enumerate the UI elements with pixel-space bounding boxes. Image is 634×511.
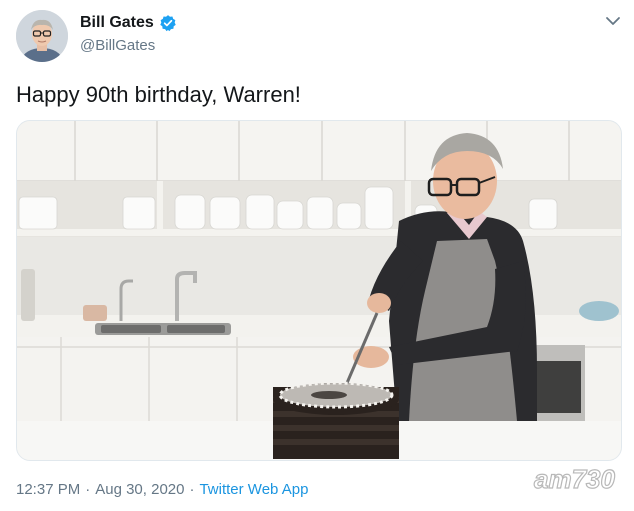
verified-badge-icon (160, 15, 176, 32)
avatar-photo-icon (16, 10, 68, 62)
tweet-time[interactable]: 12:37 PM (16, 481, 80, 498)
tweet-text: Happy 90th birthday, Warren! (16, 82, 301, 107)
meta-separator: · (85, 481, 91, 498)
photo-media-icon (17, 121, 621, 460)
tweet-card: Bill Gates @BillGates Happy 90th birthda… (0, 0, 634, 511)
author-handle[interactable]: @BillGates (80, 36, 177, 56)
name-row: Bill Gates (80, 13, 177, 33)
tweet-meta: 12:37 PM · Aug 30, 2020 · Twitter Web App (16, 480, 308, 500)
meta-separator-2: · (189, 481, 195, 498)
avatar[interactable] (16, 10, 68, 62)
svg-text:am730: am730 (534, 464, 615, 494)
author-block: Bill Gates @BillGates (80, 13, 177, 56)
chevron-down-icon[interactable] (604, 14, 622, 28)
tweet-source-link[interactable]: Twitter Web App (199, 481, 308, 498)
tweet-date[interactable]: Aug 30, 2020 (95, 481, 184, 498)
tweet-photo[interactable] (16, 120, 622, 461)
display-name[interactable]: Bill Gates (80, 13, 154, 33)
am730-watermark-icon: am730 (533, 463, 616, 494)
